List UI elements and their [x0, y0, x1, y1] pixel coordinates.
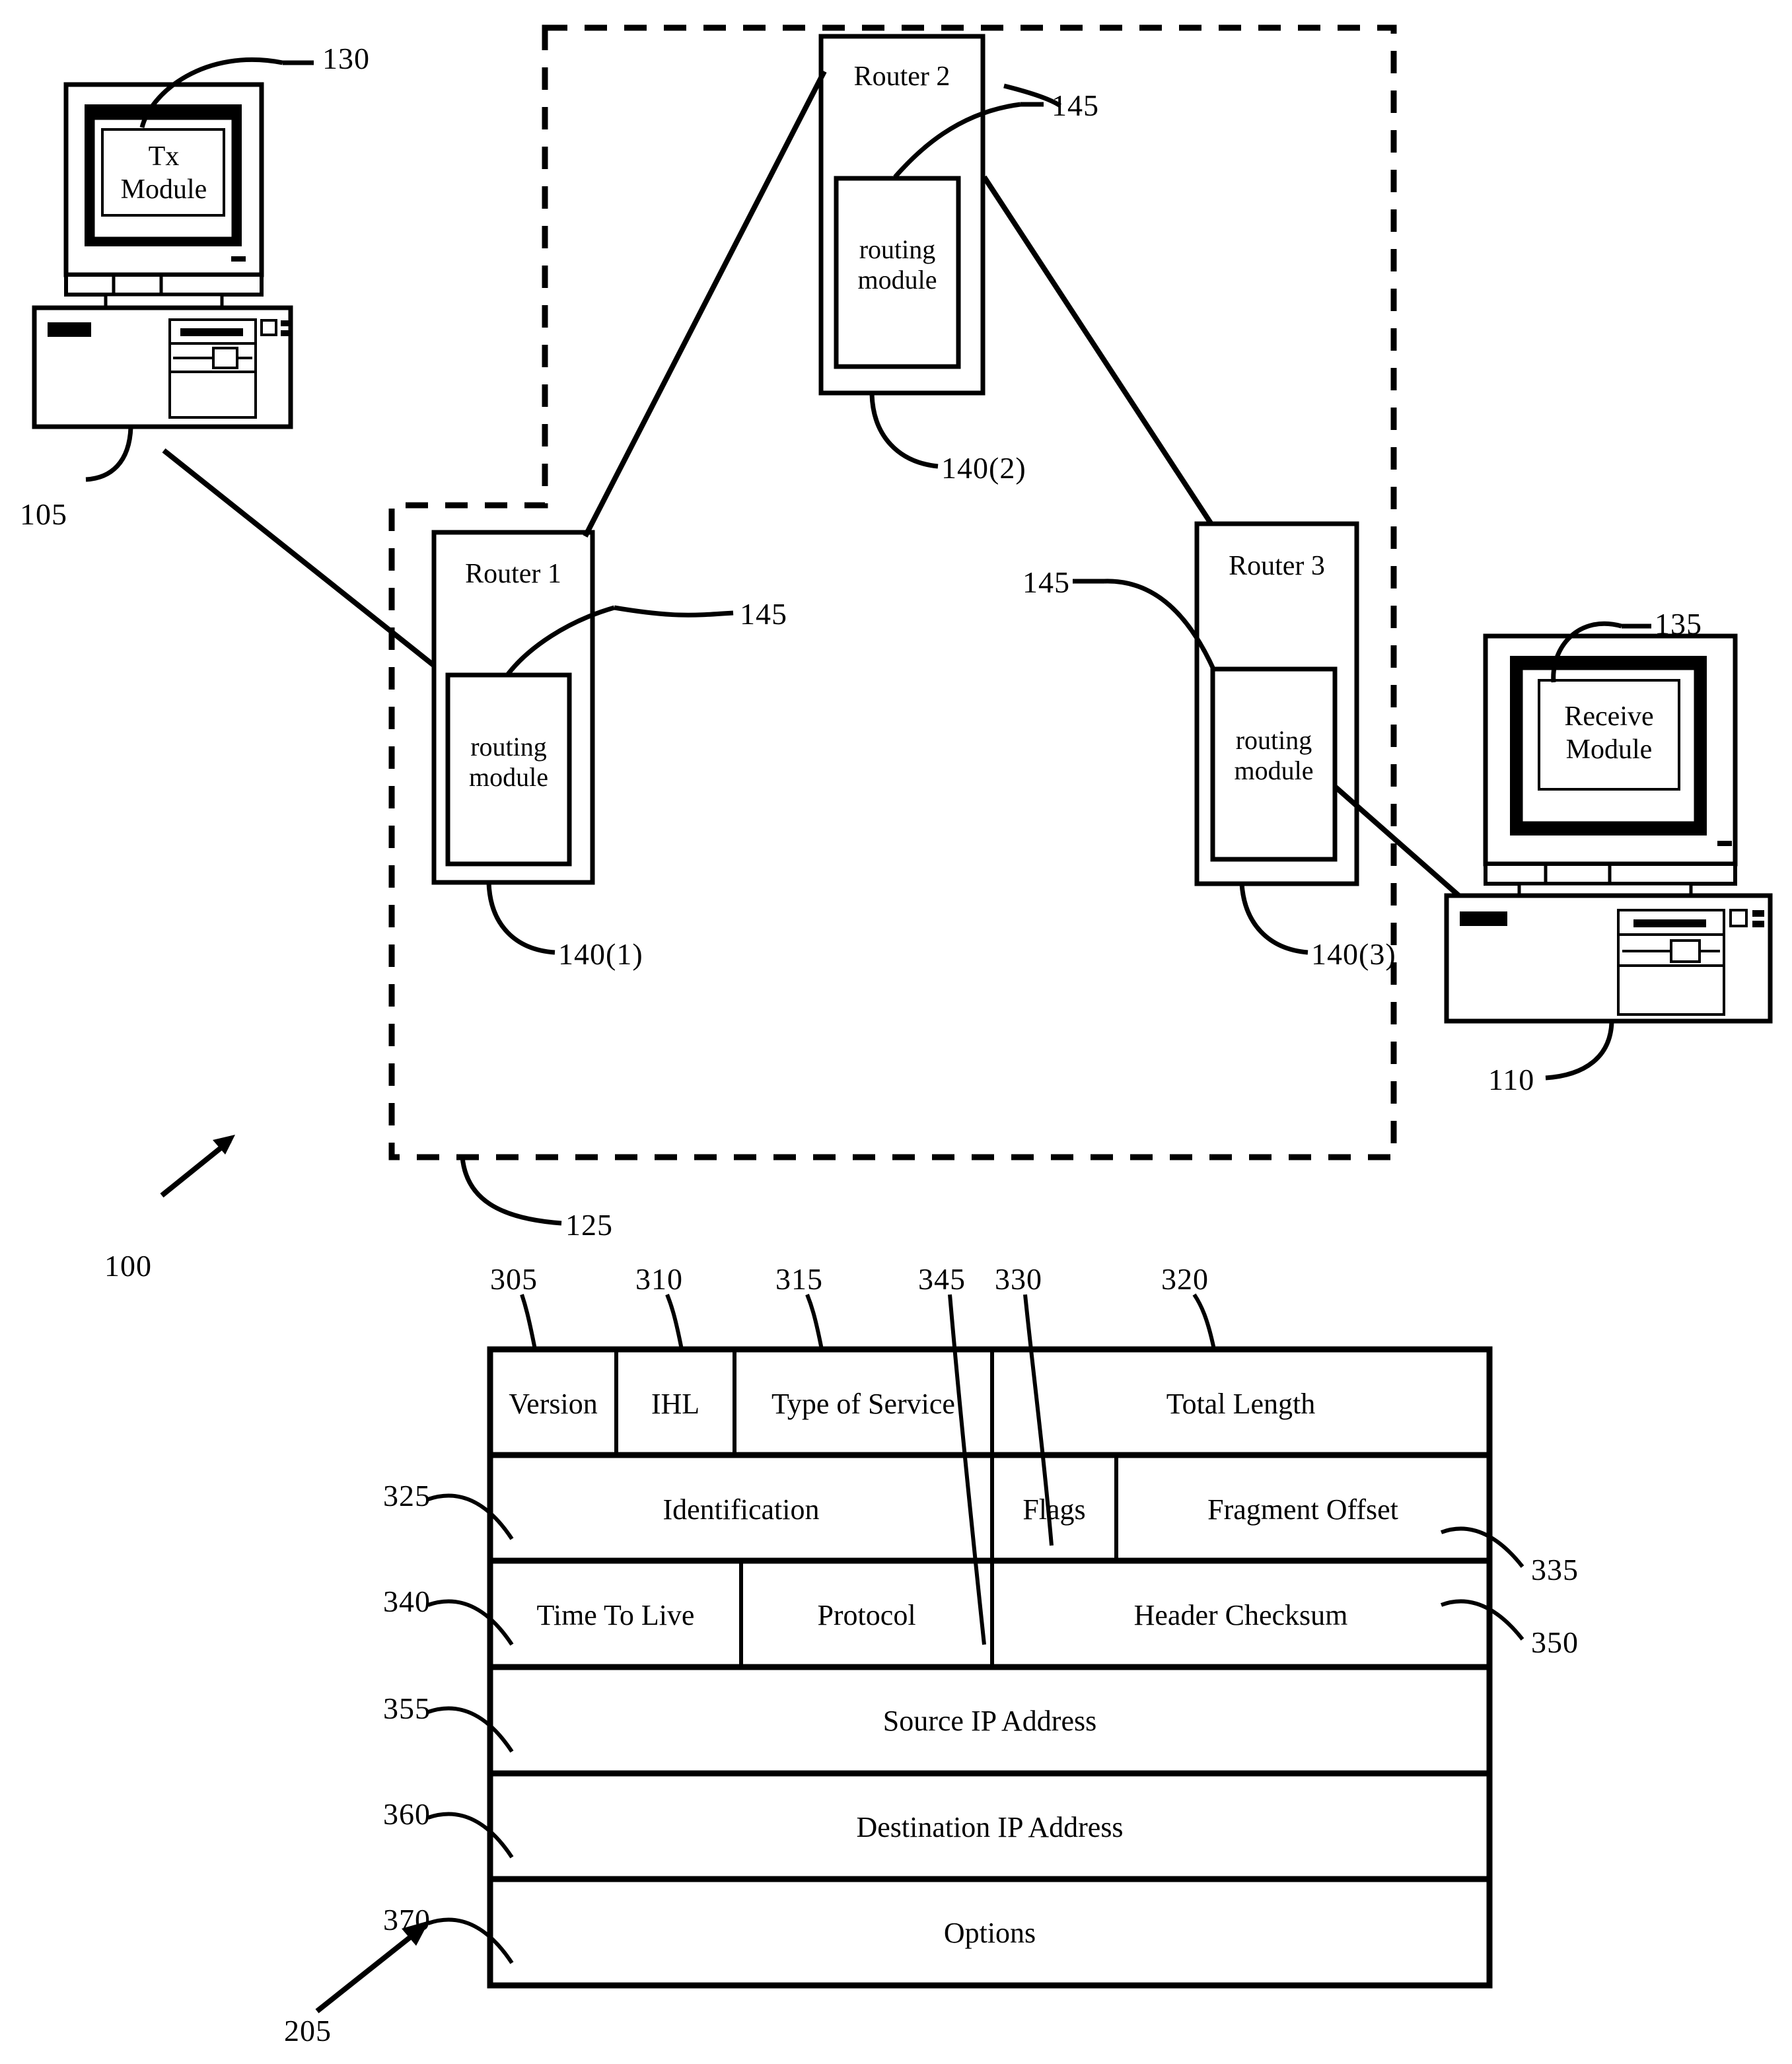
ref-145-router2: 145	[1052, 89, 1099, 122]
ref-345: 345	[918, 1262, 966, 1296]
ref-340: 340	[383, 1584, 431, 1618]
field-total-length-label: Total Length	[1166, 1388, 1316, 1420]
link-router1-to-router2	[583, 70, 827, 538]
leader-tx-computer-105	[85, 427, 133, 482]
leader-router1-callout-145	[614, 605, 734, 618]
ref-310: 310	[635, 1262, 683, 1296]
field-header-checksum-label: Header Checksum	[1133, 1599, 1348, 1631]
rx-computer-graphic	[1444, 633, 1773, 1024]
ref-140-1: 140(1)	[558, 937, 643, 971]
ref-105: 105	[20, 497, 67, 531]
leader-field-315	[805, 1293, 824, 1350]
ref-335: 335	[1531, 1553, 1579, 1586]
field-time-to-live-label: Time To Live	[536, 1599, 695, 1631]
field-destination-ip-address-label: Destination IP Address	[856, 1811, 1124, 1843]
link-router2-to-router3	[982, 175, 1225, 542]
ref-100: 100	[104, 1249, 152, 1283]
tx-module-screen-label: Tx Module	[120, 141, 207, 205]
ref-325: 325	[383, 1479, 431, 1512]
router-1-module-label: routing module	[469, 732, 548, 792]
leader-router1-module-140-1	[486, 882, 556, 955]
field-source-ip-address-label: Source IP Address	[882, 1705, 1097, 1737]
leader-router2-module-140-2	[869, 394, 939, 469]
field-type-of-service-label: Type of Service	[771, 1388, 955, 1420]
leader-field-320	[1192, 1293, 1216, 1350]
ref-145-router1: 145	[740, 597, 787, 631]
figure-vector-canvas	[32, 24, 1773, 2014]
field-fragment-offset-label: Fragment Offset	[1207, 1493, 1398, 1526]
router-3-module-label: routing module	[1234, 725, 1314, 785]
router-1-title: Router 1	[465, 559, 561, 589]
ref-205: 205	[284, 2014, 332, 2047]
field-options-label: Options	[943, 1917, 1036, 1949]
ref-140-3: 140(3)	[1311, 937, 1396, 971]
ref-350: 350	[1531, 1625, 1579, 1659]
field-version-label: Version	[509, 1388, 598, 1420]
ref-370: 370	[383, 1903, 431, 1937]
ip-header-table-graphic	[487, 1346, 1493, 1989]
ref-145-router3: 145	[1022, 565, 1070, 599]
field-ihl-label: IHL	[651, 1388, 700, 1420]
leader-field-310	[665, 1293, 684, 1350]
system-arrow-100	[160, 1135, 235, 1198]
leader-router3-module-140-3	[1239, 883, 1308, 955]
link-tx-to-router1	[162, 448, 438, 670]
leader-rx-computer-110	[1545, 1022, 1614, 1081]
field-identification-label: Identification	[663, 1493, 820, 1526]
ref-320: 320	[1161, 1262, 1209, 1296]
ref-140-2: 140(2)	[941, 451, 1026, 485]
ref-315: 315	[775, 1262, 823, 1296]
tx-computer-graphic	[32, 82, 293, 429]
field-protocol-label: Protocol	[817, 1599, 916, 1631]
ref-125: 125	[565, 1208, 613, 1242]
rx-module-screen-label: Receive Module	[1564, 701, 1654, 765]
router-2-title: Router 2	[853, 61, 950, 92]
ref-360: 360	[383, 1797, 431, 1831]
router-2-module-label: routing module	[857, 234, 937, 295]
ref-305: 305	[490, 1262, 538, 1296]
ref-135: 135	[1655, 607, 1702, 641]
ref-110: 110	[1488, 1063, 1535, 1096]
field-flags-label: Flags	[1022, 1493, 1086, 1526]
ref-130: 130	[322, 42, 370, 75]
router-3-title: Router 3	[1229, 551, 1325, 581]
ref-330: 330	[995, 1262, 1042, 1296]
patent-figure-page: Tx Module 130 105 Router 1 routing modul…	[0, 0, 1792, 2064]
leader-network-125	[460, 1157, 562, 1226]
ref-355: 355	[383, 1691, 431, 1725]
leader-field-305	[520, 1294, 537, 1350]
